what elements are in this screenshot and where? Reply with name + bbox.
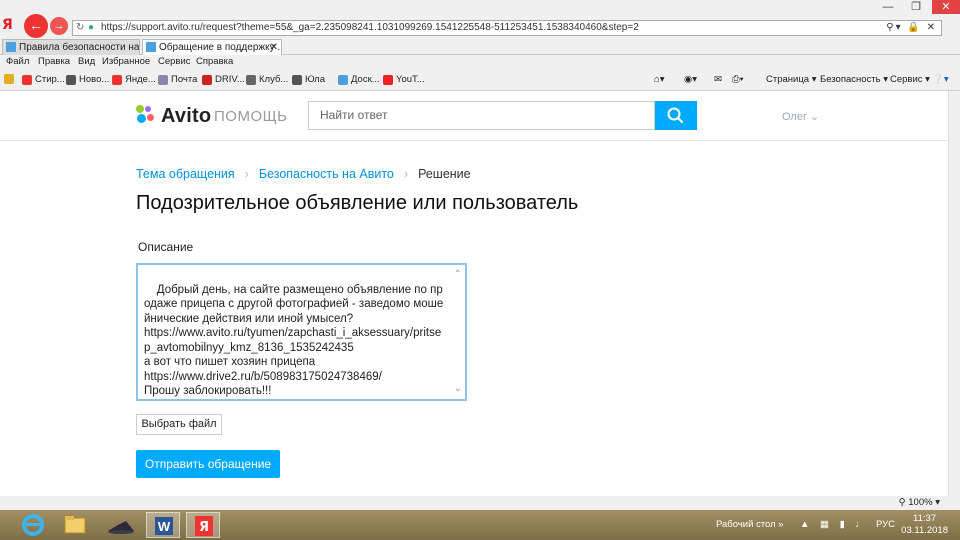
tray-icons[interactable]: ▲ ▦ ▮ ♩: [800, 519, 869, 530]
scroll-up-icon[interactable]: ⌃: [454, 268, 462, 283]
address-bar[interactable]: ↻ ● https://support.avito.ru/request?the…: [72, 20, 942, 36]
svg-text:W: W: [158, 519, 171, 534]
close-icon[interactable]: ✕: [932, 0, 960, 14]
browser-titlebar: — ❐ ✕ Я ← → ↻ ● https://support.avito.ru…: [0, 0, 960, 38]
svg-text:Я: Я: [199, 520, 209, 535]
clock[interactable]: 11:37 03.11.2018: [901, 513, 948, 537]
restore-icon[interactable]: ❐: [904, 0, 928, 14]
home-icon[interactable]: ⌂▾: [654, 69, 665, 91]
tab-label: Правила безопасности на Ав...: [19, 42, 140, 53]
favorites-bar: Стир... Ново... Янде... Почта DRIV... Кл…: [0, 69, 960, 91]
avito-logo-icon[interactable]: [136, 105, 156, 125]
address-tools-icon[interactable]: ⚲▾ 🔒 ✕: [886, 21, 937, 35]
tab-close-icon[interactable]: ✕: [270, 40, 278, 55]
breadcrumb-security[interactable]: Безопасность на Авито: [259, 167, 394, 181]
rss-icon[interactable]: ◉▾: [684, 69, 697, 91]
menu-bar: Файл Правка Вид Избранное Сервис Справка: [0, 55, 960, 69]
logo-text[interactable]: Avito: [161, 105, 211, 128]
search-icon: [667, 107, 684, 124]
user-menu[interactable]: Олег ⌄: [782, 110, 819, 123]
word-icon[interactable]: W: [146, 512, 180, 538]
windows-taskbar: W Я Рабочий стол » ▲ ▦ ▮ ♩ РУС 11:37 03.…: [0, 510, 960, 540]
status-bar: ⚲ 100% ▾: [0, 496, 960, 510]
site-favicon-icon: ●: [88, 22, 95, 33]
menu-tools[interactable]: Сервис: [158, 55, 191, 69]
page-title: Подозрительное объявление или пользовате…: [136, 192, 579, 214]
scroll-down-icon[interactable]: ⌄: [454, 382, 462, 397]
logo-help-text: ПОМОЩЬ: [214, 108, 288, 125]
search-input[interactable]: Найти ответ: [308, 101, 655, 130]
mail-icon[interactable]: ✉: [714, 69, 722, 91]
site-header: Avito ПОМОЩЬ Найти ответ Олег ⌄: [0, 91, 948, 141]
fav-item-youtube[interactable]: YouT...: [383, 69, 425, 91]
url-text[interactable]: https://support.avito.ru/request?theme=5…: [101, 22, 639, 33]
language-indicator[interactable]: РУС: [876, 519, 895, 530]
chevron-down-icon: ⌄: [810, 111, 820, 123]
description-label: Описание: [138, 240, 194, 254]
fav-item-yandex[interactable]: Янде...: [112, 69, 156, 91]
back-icon[interactable]: ←: [24, 14, 48, 38]
breadcrumb-current: Решение: [418, 167, 471, 181]
menu-favorites[interactable]: Избранное: [102, 55, 150, 69]
tab-safety-rules[interactable]: Правила безопасности на Ав...: [2, 39, 140, 55]
zoom-level[interactable]: ⚲ 100% ▾: [899, 496, 940, 510]
zoom-icon: ⚲: [898, 497, 906, 508]
fav-item-stir[interactable]: Стир...: [22, 69, 65, 91]
chevron-right-icon: ›: [244, 167, 249, 181]
avito-favicon-icon: [6, 42, 16, 52]
fav-item-doska[interactable]: Доск...: [338, 69, 380, 91]
forward-icon[interactable]: →: [50, 17, 68, 35]
tab-label: Обращение в поддержку ...: [159, 42, 282, 53]
menu-view[interactable]: Вид: [78, 55, 95, 69]
yandex-browser-icon[interactable]: Я: [186, 512, 220, 538]
breadcrumb: Тема обращения › Безопасность на Авито › Реш…: [136, 167, 471, 181]
fav-item-yula[interactable]: Юла: [292, 69, 325, 91]
minimize-icon[interactable]: —: [876, 0, 900, 14]
menu-service[interactable]: Сервис ▾: [890, 69, 930, 91]
breadcrumb-topic[interactable]: Тема обращения: [136, 167, 235, 181]
web-page: Avito ПОМОЩЬ Найти ответ Олег ⌄ Тема обр…: [0, 91, 948, 496]
description-text[interactable]: Добрый день, на сайте размещено объявлен…: [144, 284, 443, 398]
description-textarea[interactable]: Добрый день, на сайте размещено объявлен…: [136, 263, 467, 401]
menu-edit[interactable]: Правка: [38, 55, 70, 69]
menu-page[interactable]: Страница ▾: [766, 69, 816, 91]
menu-security[interactable]: Безопасность ▾: [820, 69, 888, 91]
fav-item-pochta[interactable]: Почта: [158, 69, 197, 91]
submit-request-button[interactable]: Отправить обращение: [136, 450, 280, 478]
choose-file-button[interactable]: Выбрать файл: [136, 414, 222, 435]
desktop-toolbar-label[interactable]: Рабочий стол »: [716, 519, 784, 530]
ie-icon[interactable]: [16, 512, 50, 538]
menu-help[interactable]: Справка: [196, 55, 233, 69]
avito-favicon-icon: [146, 42, 156, 52]
app-hat-icon[interactable]: [104, 512, 138, 538]
tab-strip: Правила безопасности на Ав... Обращение …: [0, 38, 960, 55]
explorer-icon[interactable]: [58, 512, 92, 538]
chevron-right-icon: ›: [403, 167, 409, 181]
fav-item-club[interactable]: Клуб...: [246, 69, 288, 91]
menu-file[interactable]: Файл: [6, 55, 29, 69]
print-icon[interactable]: ⎙▾: [732, 69, 744, 91]
yandex-logo-icon[interactable]: Я: [2, 17, 18, 35]
fav-item-novo[interactable]: Ново...: [66, 69, 109, 91]
help-icon[interactable]: ❔▾: [932, 69, 949, 91]
tab-support-request[interactable]: Обращение в поддержку ... ✕: [142, 39, 282, 55]
page-scrollbar[interactable]: [948, 91, 960, 496]
refresh-icon[interactable]: ↻: [76, 21, 84, 35]
fav-item-drive[interactable]: DRIV...: [202, 69, 245, 91]
search-button[interactable]: [655, 101, 697, 130]
